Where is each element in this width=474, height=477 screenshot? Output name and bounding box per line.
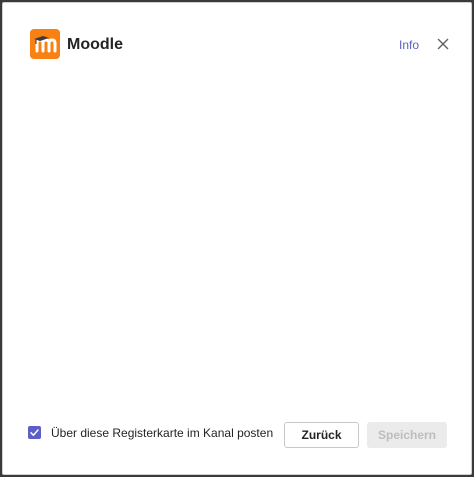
post-to-channel-label: Über diese Registerkarte im Kanal posten xyxy=(51,426,274,440)
close-icon[interactable] xyxy=(435,36,451,52)
moodle-logo-icon xyxy=(30,29,60,59)
tab-content-area xyxy=(3,73,471,403)
tab-config-dialog: Moodle Info Über diese Registerkarte im … xyxy=(2,2,472,475)
info-link[interactable]: Info xyxy=(399,37,419,53)
save-button[interactable]: Speichern xyxy=(367,422,447,448)
post-to-channel-checkbox[interactable] xyxy=(28,426,41,439)
app-title: Moodle xyxy=(67,36,123,53)
back-button[interactable]: Zurück xyxy=(284,422,359,448)
